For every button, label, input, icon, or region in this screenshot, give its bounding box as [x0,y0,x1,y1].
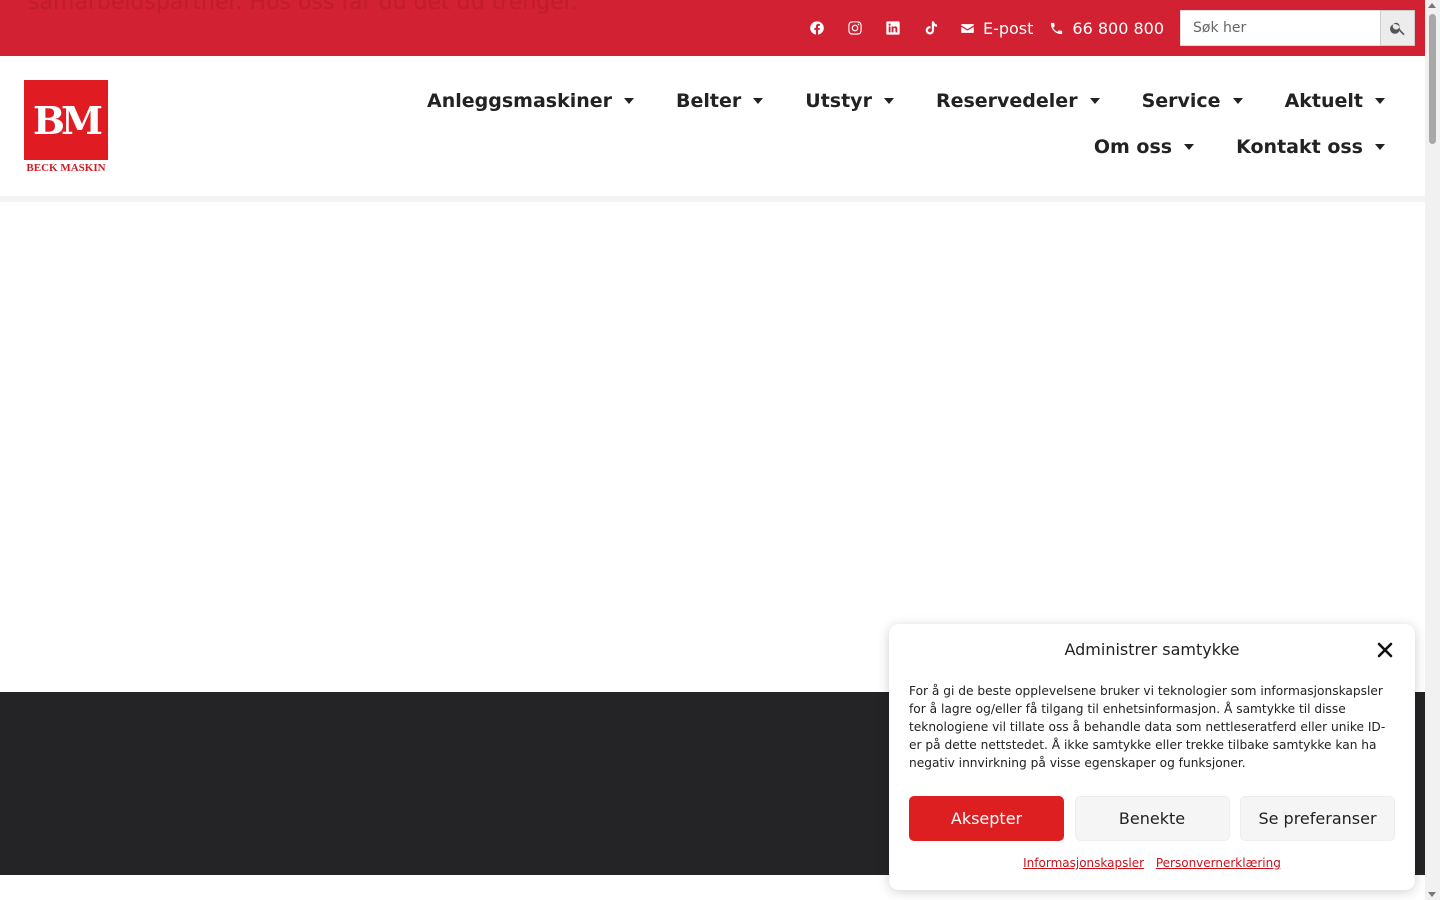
scroll-down-arrow-icon[interactable] [1428,892,1436,897]
site-logo[interactable]: BM BECK MASKIN [24,80,109,174]
caret-down-icon [753,98,764,104]
logo-text: BECK MASKIN [26,162,106,174]
consent-buttons: Aksepter Benekte Se preferanser [909,796,1395,841]
consent-title: Administrer samtykke [1064,640,1240,659]
close-icon[interactable] [1375,640,1395,660]
email-link[interactable]: E-post [960,19,1033,38]
privacy-link[interactable]: Personvernerklæring [1156,856,1281,870]
tiktok-icon[interactable] [922,19,940,37]
consent-text: For å gi de beste opplevelsene bruker vi… [909,684,1386,770]
caret-down-icon [1184,144,1195,150]
logo-letters: BM [32,97,103,143]
caret-down-icon [883,98,894,104]
caret-down-icon [1375,144,1385,150]
page-scrollbar[interactable] [1425,0,1440,900]
nav-item-kontakt-oss[interactable]: Kontakt oss [1236,130,1385,164]
nav-item-reservedeler[interactable]: Reservedeler [936,84,1100,118]
phone-link[interactable]: 66 800 800 [1049,19,1164,38]
topbar-ghost-text: samarbeidspartner. Hos oss får du det du… [28,0,578,18]
nav-item-anleggsmaskiner[interactable]: Anleggsmaskiner [427,84,635,118]
nav-item-utstyr[interactable]: Utstyr [805,84,894,118]
accept-button[interactable]: Aksepter [909,796,1064,841]
email-label: E-post [982,18,1034,38]
nav-item-aktuelt[interactable]: Aktuelt [1285,84,1385,118]
scroll-up-arrow-icon[interactable] [1428,3,1436,8]
facebook-icon[interactable] [808,19,826,37]
phone-label: 66 800 800 [1072,18,1164,38]
search-icon [1389,22,1405,36]
ghost-line: samarbeidspartner. Hos oss får du det du… [28,0,578,15]
consent-links: Informasjonskapsler Personvernerklæring [889,856,1415,870]
deny-button[interactable]: Benekte [1074,796,1230,841]
topbar-actions: E-post 66 800 800 [798,10,1415,46]
caret-down-icon [624,98,635,104]
instagram-icon[interactable] [846,19,864,37]
linkedin-icon[interactable] [884,19,902,37]
nav-item-om-oss[interactable]: Om oss [1094,130,1195,164]
preferences-button[interactable]: Se preferanser [1240,796,1395,841]
search-form [1180,10,1415,46]
cookies-link[interactable]: Informasjonskapsler [1023,856,1144,870]
caret-down-icon [1089,98,1100,104]
site-header: BM BECK MASKIN Anleggsmaskiner Belter Ut… [0,56,1425,202]
consent-dialog: Administrer samtykke For å gi de beste o… [889,624,1415,890]
search-input[interactable] [1180,10,1380,46]
envelope-icon [961,23,974,33]
nav-item-service[interactable]: Service [1142,84,1243,118]
caret-down-icon [1375,98,1385,104]
caret-down-icon [1232,98,1243,104]
main-nav: Anleggsmaskiner Belter Utstyr Reservedel… [285,84,1385,164]
search-button[interactable] [1380,10,1415,46]
logo-mark: BM [24,80,108,160]
top-bar: samarbeidspartner. Hos oss får du det du… [0,0,1425,56]
phone-icon [1051,22,1063,34]
scroll-thumb[interactable] [1429,14,1436,144]
nav-item-belter[interactable]: Belter [676,84,764,118]
